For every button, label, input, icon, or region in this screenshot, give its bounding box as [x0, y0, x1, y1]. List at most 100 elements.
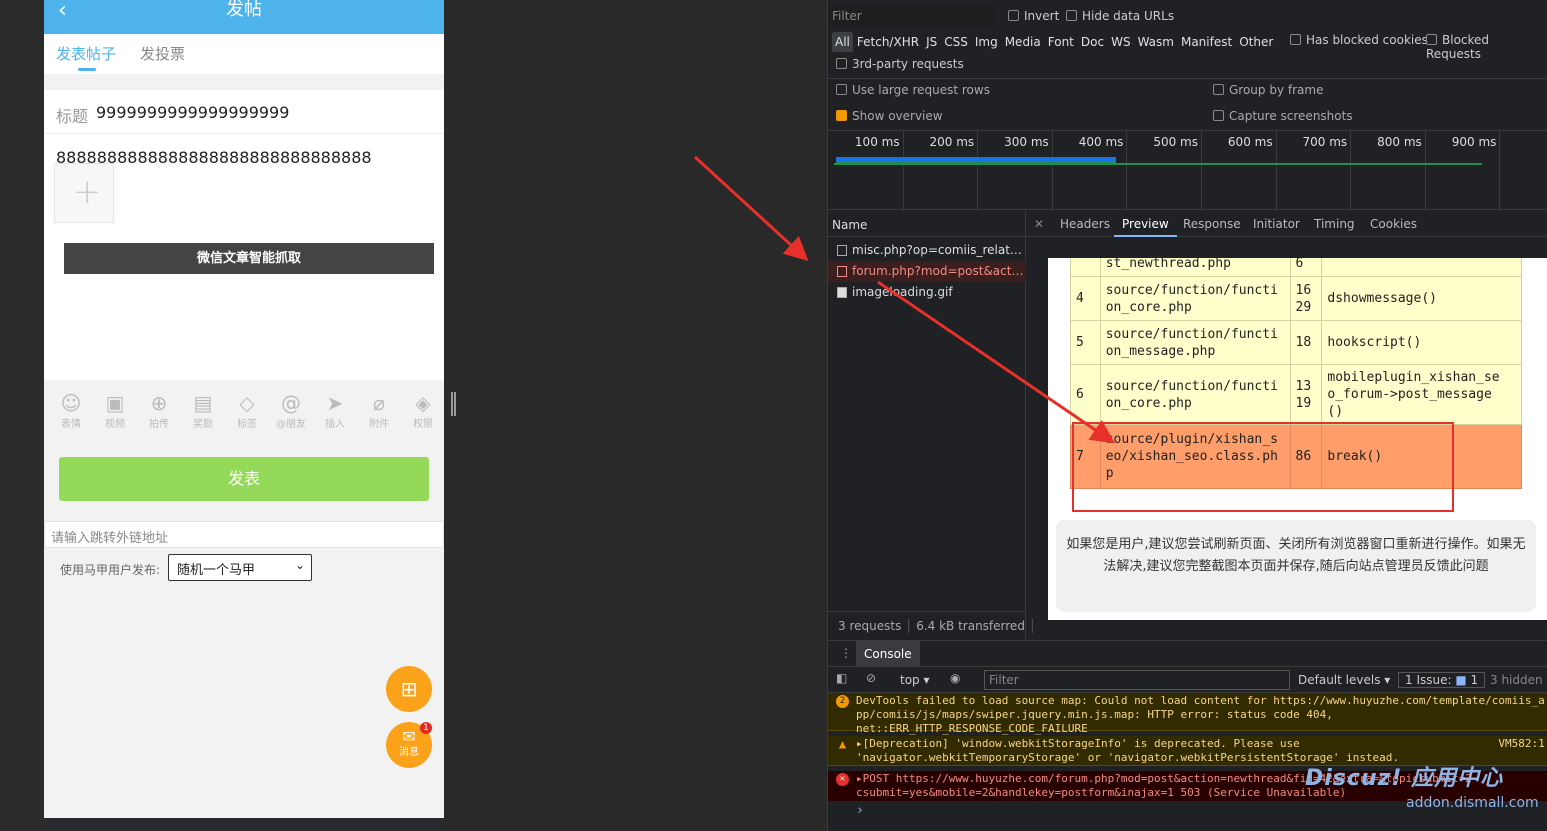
- toolbar-item[interactable]: ☺ 表情: [51, 392, 91, 430]
- error-message-box: 如果您是用户,建议您尝试刷新页面、关闭所有浏览器窗口重新进行操作。如果无法解决,…: [1056, 520, 1536, 612]
- stack-cell-n: 4: [1070, 276, 1101, 321]
- timeline-overview[interactable]: 100 ms 200 ms 300 ms 400 ms 500 ms 600 ms 700 …: [828, 130, 1547, 211]
- request-row-image[interactable]: imageloading.gif: [828, 282, 1026, 303]
- stack-frame-row: 5 source/function/functi on_message.php 18…: [1070, 320, 1522, 365]
- toolbar-icon: ◈: [415, 391, 431, 415]
- add-image-button[interactable]: +: [54, 163, 114, 223]
- network-status-bar: 3 requests │ 6.4 kB transferred │: [828, 611, 1036, 639]
- document-icon: [837, 245, 847, 256]
- warning-count-badge: 2: [836, 695, 849, 708]
- has-blocked-cookies-label: Has blocked cookies: [1306, 33, 1428, 47]
- network-filter-input[interactable]: Filter: [828, 6, 994, 26]
- checkbox-icon: [1213, 84, 1224, 95]
- tick-label: 400 ms: [1078, 135, 1124, 149]
- log-levels-dropdown[interactable]: Default levels ▾: [1298, 673, 1390, 687]
- external-link-input[interactable]: 请输入跳转外链地址: [44, 521, 444, 548]
- invert-checkbox[interactable]: Invert: [1008, 9, 1059, 23]
- stack-cell-line: 6: [1289, 258, 1323, 277]
- stack-cell-file: source/function/functi on_core.php: [1099, 364, 1291, 425]
- toolbar-icon: ➤: [326, 391, 344, 415]
- has-blocked-cookies-checkbox[interactable]: Has blocked cookies: [1290, 33, 1428, 47]
- eye-icon[interactable]: ◉: [950, 671, 960, 685]
- tab-preview[interactable]: Preview: [1114, 211, 1177, 237]
- stack-cell-fn: dshowmessage(): [1321, 276, 1522, 321]
- tab-console[interactable]: Console: [856, 641, 920, 667]
- wechat-fetch-button[interactable]: 微信文章智能抓取: [64, 243, 434, 274]
- toolbar-item[interactable]: ➤ 插入: [315, 392, 355, 430]
- toolbar-label: 表情: [61, 419, 81, 430]
- tab-initiator[interactable]: Initiator: [1253, 217, 1300, 231]
- clear-console-icon[interactable]: ⊘: [866, 671, 876, 685]
- timeline-tick: 500 ms: [1153, 131, 1202, 211]
- request-row-misc[interactable]: misc.php?op=comiis_relatekw...: [828, 240, 1026, 261]
- tab-post-thread[interactable]: 发表帖子: [56, 43, 116, 64]
- checkbox-icon: [1426, 34, 1437, 45]
- tab-timing[interactable]: Timing: [1314, 217, 1355, 231]
- tab-cookies[interactable]: Cookies: [1370, 217, 1417, 231]
- devtools-panel: Filter Invert Hide data URLs All Fetch/XH…: [827, 0, 1547, 831]
- grid-menu-button[interactable]: ⊞: [386, 666, 432, 712]
- timeline-tick: 400 ms: [1079, 131, 1128, 211]
- type-filter-fetchxhr[interactable]: Fetch/XHR: [854, 32, 922, 52]
- console-warning[interactable]: 2 DevTools failed to load source map: Cou…: [828, 693, 1547, 735]
- image-icon: [837, 287, 847, 298]
- type-filter-other[interactable]: Other: [1236, 32, 1276, 52]
- title-row[interactable]: 标题 9999999999999999999: [44, 90, 444, 134]
- toolbar-item[interactable]: ▣ 视频: [95, 392, 135, 430]
- type-filter-doc[interactable]: Doc: [1078, 32, 1107, 52]
- tab-response[interactable]: Response: [1183, 217, 1241, 231]
- blocked-requests-checkbox[interactable]: Blocked Requests: [1426, 33, 1547, 61]
- group-by-frame-checkbox[interactable]: Group by frame: [1213, 83, 1323, 97]
- toolbar-item[interactable]: ⊕ 拍传: [139, 392, 179, 430]
- submit-post-button[interactable]: 发表: [59, 457, 429, 501]
- toolbar-item[interactable]: ◇ 标签: [227, 392, 267, 430]
- type-filter-ws[interactable]: WS: [1108, 32, 1133, 52]
- majia-select[interactable]: 随机一个马甲 ⌄: [168, 554, 312, 581]
- tick-label: 900 ms: [1451, 135, 1497, 149]
- page-title: 发帖: [226, 0, 262, 20]
- context-value: top: [900, 673, 920, 687]
- tab-headers[interactable]: Headers: [1060, 217, 1110, 231]
- third-party-checkbox[interactable]: 3rd-party requests: [836, 57, 964, 71]
- context-selector[interactable]: top ▾: [900, 673, 930, 687]
- type-filter-js[interactable]: JS: [923, 32, 940, 52]
- type-filter-font[interactable]: Font: [1045, 32, 1077, 52]
- toolbar-icon: ▣: [105, 391, 125, 415]
- console-filter-input[interactable]: Filter: [984, 670, 1290, 690]
- sidebar-toggle-icon[interactable]: ◧: [836, 671, 847, 685]
- type-filter-wasm[interactable]: Wasm: [1135, 32, 1177, 52]
- toolbar-item[interactable]: ▤ 奖励: [183, 392, 223, 430]
- active-tab-indicator: [78, 68, 96, 71]
- title-input[interactable]: 9999999999999999999: [96, 103, 289, 122]
- capture-screenshots-checkbox[interactable]: Capture screenshots: [1213, 109, 1353, 123]
- hide-data-urls-checkbox[interactable]: Hide data URLs: [1066, 9, 1174, 23]
- type-filter-media[interactable]: Media: [1002, 32, 1044, 52]
- hide-data-urls-label: Hide data URLs: [1082, 9, 1175, 23]
- large-rows-checkbox[interactable]: Use large request rows: [836, 83, 990, 97]
- issues-button[interactable]: 1 Issue: ■ 1: [1398, 672, 1486, 688]
- toolbar-item[interactable]: ⌀ 附件: [359, 392, 399, 430]
- type-filter-all[interactable]: All: [832, 32, 853, 52]
- resize-handle[interactable]: [451, 392, 456, 416]
- console-toolbar: ◧ ⊘ top ▾ ◉ Filter Default levels ▾ 1 Is…: [828, 667, 1547, 693]
- close-icon[interactable]: ✕: [1034, 217, 1044, 231]
- request-row-forum-post[interactable]: forum.php?mod=post&action...: [828, 261, 1026, 282]
- show-overview-checkbox[interactable]: Show overview: [836, 109, 943, 123]
- toolbar-item[interactable]: @ @朋友: [271, 392, 311, 430]
- toolbar-label: 插入: [325, 419, 345, 430]
- stack-frame-row: 6 source/function/functi on_core.php 13 19…: [1070, 364, 1522, 425]
- type-filter-manifest[interactable]: Manifest: [1178, 32, 1235, 52]
- toolbar-label: 权限: [413, 419, 433, 430]
- stack-cell-fn: mobileplugin_xishan_se o_forum->post_mes…: [1321, 364, 1522, 425]
- type-filter-img[interactable]: Img: [972, 32, 1001, 52]
- toolbar-label: 视频: [105, 419, 125, 430]
- toolbar-item[interactable]: ◈ 权限: [403, 392, 443, 430]
- name-column-header[interactable]: Name: [828, 211, 1026, 237]
- timeline-tick: 900 ms: [1452, 131, 1501, 211]
- type-filter-css[interactable]: CSS: [941, 32, 971, 52]
- stack-cell-fn: [1321, 258, 1522, 277]
- request-count: 3 requests: [838, 619, 902, 633]
- title-label: 标题: [56, 107, 89, 126]
- tab-post-poll[interactable]: 发投票: [140, 43, 185, 64]
- drawer-menu-icon[interactable]: ⋮: [840, 646, 852, 660]
